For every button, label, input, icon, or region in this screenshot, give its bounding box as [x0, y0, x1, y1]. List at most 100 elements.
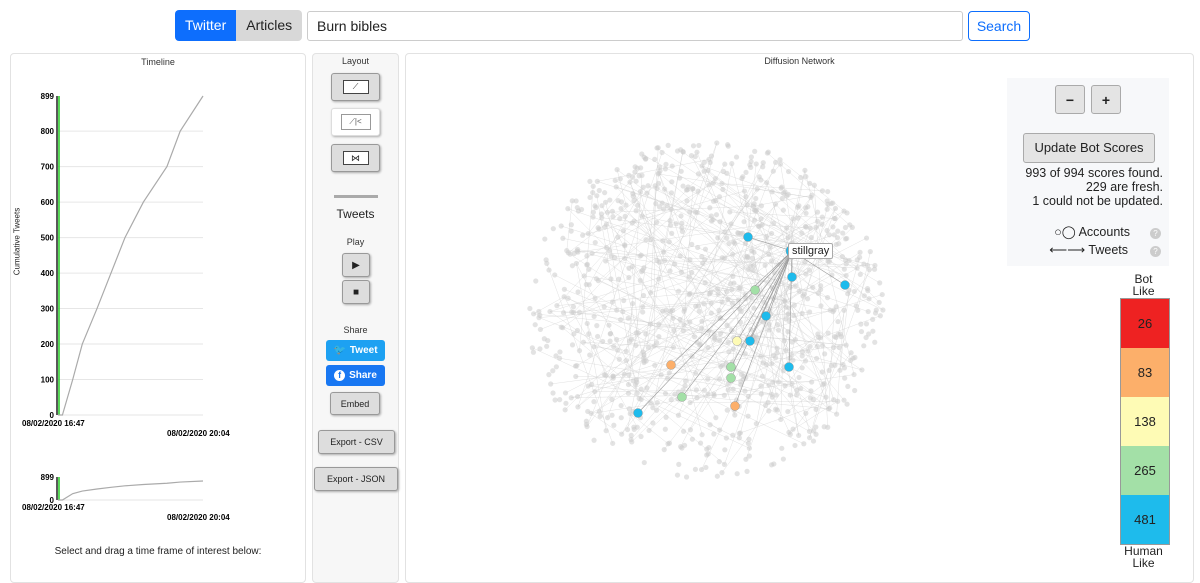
account-node — [791, 313, 796, 318]
tweet-share-button[interactable]: 🐦Tweet — [326, 340, 385, 361]
account-node — [610, 441, 615, 446]
help-icon[interactable]: ? — [1150, 246, 1161, 257]
brush-hint: Select and drag a time frame of interest… — [14, 546, 302, 557]
search-button[interactable]: Search — [968, 11, 1030, 41]
account-node — [693, 371, 698, 376]
stop-button[interactable]: ■ — [342, 280, 370, 304]
account-node — [577, 348, 582, 353]
account-node — [707, 205, 712, 210]
account-node — [585, 262, 590, 267]
account-node — [719, 181, 724, 186]
account-node — [790, 358, 795, 363]
layout-timeline-button[interactable]: ⟋ — [331, 73, 380, 101]
facebook-share-button[interactable]: fShare — [326, 365, 385, 386]
account-node — [858, 322, 863, 327]
account-node — [557, 349, 562, 354]
account-node — [554, 303, 559, 308]
account-node — [650, 420, 655, 425]
account-node — [571, 310, 576, 315]
account-node — [703, 280, 708, 285]
bot-score-bin[interactable]: 138 — [1121, 397, 1169, 446]
account-node — [646, 428, 651, 433]
account-node — [811, 428, 816, 433]
account-node — [577, 310, 582, 315]
account-node — [827, 368, 832, 373]
account-node — [684, 474, 689, 479]
account-node — [783, 383, 788, 388]
account-node — [656, 171, 661, 176]
account-node — [595, 179, 600, 184]
account-node — [681, 322, 686, 327]
account-node — [654, 220, 659, 225]
account-node — [667, 441, 672, 446]
account-node — [671, 328, 676, 333]
account-node — [734, 154, 739, 159]
account-node — [724, 323, 729, 328]
account-node — [728, 221, 733, 226]
account-node — [679, 270, 684, 275]
account-node — [561, 310, 566, 315]
bot-score-bin[interactable]: 481 — [1121, 495, 1169, 544]
tab-articles[interactable]: Articles — [236, 10, 302, 41]
account-node — [699, 319, 704, 324]
legend-accounts: ○◯ Accounts? — [1049, 224, 1161, 239]
diffusion-network-graph[interactable] — [405, 70, 1005, 578]
account-node — [803, 211, 808, 216]
account-node — [780, 196, 785, 201]
account-node — [735, 471, 740, 476]
account-node — [711, 199, 716, 204]
export-csv-button[interactable]: Export - CSV — [318, 430, 395, 454]
account-node — [617, 216, 622, 221]
account-node — [730, 433, 735, 438]
account-node — [872, 267, 877, 272]
account-node — [574, 261, 579, 266]
account-node — [547, 309, 552, 314]
tab-twitter[interactable]: Twitter — [175, 10, 236, 41]
account-node — [825, 198, 830, 203]
account-node — [802, 168, 807, 173]
edge — [690, 401, 838, 402]
zoom-out-button[interactable]: − — [1055, 85, 1085, 114]
timeline-brush-chart[interactable]: 899008/02/2020 16:4708/02/2020 20:04 — [0, 465, 300, 525]
bot-score-bin[interactable]: 83 — [1121, 348, 1169, 397]
account-node — [559, 325, 564, 330]
account-node — [695, 189, 700, 194]
zoom-in-button[interactable]: + — [1091, 85, 1121, 114]
account-node — [702, 160, 707, 165]
help-icon[interactable]: ? — [1150, 228, 1161, 239]
account-node — [592, 344, 597, 349]
account-node — [771, 461, 776, 466]
account-node — [722, 462, 727, 467]
export-json-button[interactable]: Export - JSON — [314, 467, 398, 491]
layout-network-button[interactable]: ⋈ — [331, 144, 380, 172]
search-input[interactable] — [307, 11, 963, 41]
account-node — [569, 395, 574, 400]
account-node — [790, 427, 795, 432]
account-node — [738, 430, 743, 435]
update-bot-scores-button[interactable]: Update Bot Scores — [1023, 133, 1155, 163]
account-node — [727, 374, 736, 383]
account-node — [683, 378, 688, 383]
timeline-chart[interactable]: 010020030040050060070080089908/02/2020 1… — [0, 80, 300, 440]
account-node — [717, 376, 722, 381]
account-node — [743, 170, 748, 175]
account-node — [666, 143, 671, 148]
account-node — [865, 286, 870, 291]
play-button[interactable]: ▶ — [342, 253, 370, 277]
account-node — [631, 194, 636, 199]
account-node — [792, 303, 797, 308]
account-node — [626, 173, 631, 178]
account-node — [820, 188, 825, 193]
account-node — [840, 362, 845, 367]
account-node — [629, 433, 634, 438]
account-node — [696, 303, 701, 308]
account-node — [616, 277, 621, 282]
account-node — [650, 405, 655, 410]
bot-score-bin[interactable]: 26 — [1121, 299, 1169, 348]
layout-split-button[interactable]: ⟋|< — [331, 108, 380, 136]
account-node — [587, 352, 592, 357]
account-node — [786, 235, 791, 240]
embed-button[interactable]: Embed — [330, 392, 380, 415]
y-tick-label: 400 — [41, 269, 55, 278]
bot-score-bin[interactable]: 265 — [1121, 446, 1169, 495]
